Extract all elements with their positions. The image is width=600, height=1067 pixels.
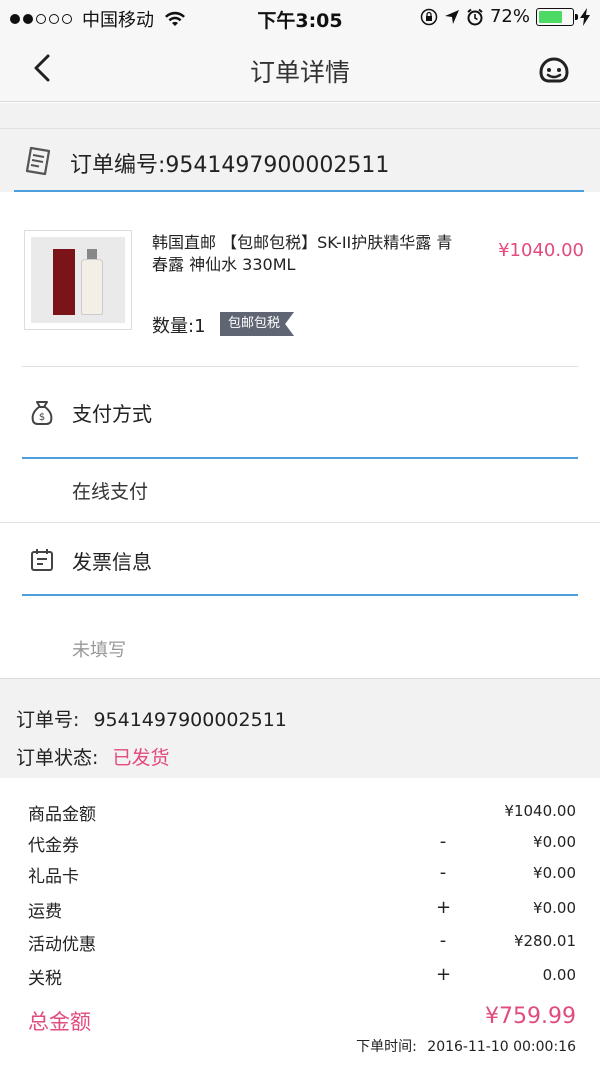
summary-sign: + (436, 897, 452, 918)
order-number-caption: 订单号: (16, 709, 80, 731)
summary-label: 活动优惠 (28, 935, 96, 955)
order-time: 下单时间: 2016-11-10 00:00:16 (356, 1036, 576, 1056)
receipt-icon (25, 146, 51, 176)
invoice-value: 未填写 (72, 640, 126, 661)
payment-underline (22, 457, 578, 459)
svg-text:$: $ (39, 412, 45, 423)
spacer (0, 103, 600, 128)
summary-row: 运费 + ¥0.00 (0, 897, 600, 925)
status-right: 72% (420, 6, 590, 27)
payment-method-title: 支付方式 (72, 402, 152, 426)
shipping-tax-badge: 包邮包税 (220, 312, 295, 336)
summary-row: 代金券 - ¥0.00 (0, 831, 600, 859)
divider (22, 366, 578, 367)
summary-value: 0.00 (542, 966, 576, 984)
page-title: 订单详情 (249, 58, 350, 87)
order-number-label: 订单编号:9541497900002511 (70, 153, 390, 178)
navigation-bar: 订单详情 (0, 34, 600, 102)
product-name: 韩国直邮 【包邮包税】SK-II护肤精华露 青春露 神仙水 330ML (152, 233, 453, 274)
product-image[interactable] (24, 230, 132, 330)
location-arrow-icon (444, 9, 459, 24)
summary-value: ¥0.00 (533, 899, 576, 917)
payment-method-value: 在线支付 (72, 481, 149, 503)
order-time-label: 下单时间: (356, 1039, 417, 1055)
total-amount-label: 总金额 (28, 1010, 91, 1034)
invoice-underline (22, 594, 578, 596)
invoice-calendar-icon (31, 549, 53, 571)
summary-label: 代金券 (28, 836, 79, 856)
product-item[interactable]: 韩国直邮 【包邮包税】SK-II护肤精华露 青春露 神仙水 330ML ¥104… (0, 194, 600, 366)
order-time-value: 2016-11-10 00:00:16 (427, 1039, 576, 1055)
battery-level (539, 10, 563, 23)
summary-row: 活动优惠 - ¥280.01 (0, 930, 600, 958)
order-info-panel: 订单号: 9541497900002511 订单状态: 已发货 (0, 678, 600, 778)
status-bar: 中国移动 下午3:05 72% (0, 0, 600, 34)
summary-sign: - (439, 862, 447, 883)
order-status-value: 已发货 (112, 747, 170, 769)
summary-label: 商品金额 (28, 805, 96, 825)
invoice-section: 发票信息 (0, 524, 600, 596)
battery-percent: 72% (489, 6, 530, 27)
product-price: ¥1040.00 (498, 240, 584, 261)
summary-label: 运费 (28, 902, 62, 922)
order-status-caption: 订单状态: (16, 747, 99, 769)
total-amount-value: ¥759.99 (485, 1004, 576, 1029)
summary-label: 关税 (28, 969, 62, 989)
order-status-row: 订单状态: 已发货 (16, 743, 169, 770)
alarm-icon (467, 8, 483, 25)
rotation-lock-icon (420, 8, 438, 25)
invoice-title: 发票信息 (72, 550, 152, 574)
summary-value: ¥0.00 (533, 833, 576, 851)
charging-bolt-icon (580, 7, 590, 26)
summary-label: 礼品卡 (28, 867, 79, 887)
summary-value: ¥280.01 (513, 932, 576, 950)
summary-row: 关税 + 0.00 (0, 964, 600, 992)
customer-service-icon[interactable] (534, 48, 574, 88)
order-number-value: 9541497900002511 (93, 709, 287, 731)
divider (0, 522, 600, 523)
order-number-header: 订单编号:9541497900002511 (0, 128, 600, 192)
summary-value: ¥0.00 (533, 864, 576, 882)
price-summary: 商品金额 ¥1040.00 代金券 - ¥0.00 礼品卡 - ¥0.00 运费… (0, 778, 600, 1067)
money-bag-icon: $ (31, 401, 53, 425)
summary-value: ¥1040.00 (504, 802, 576, 820)
payment-method-section: $ 支付方式 (0, 376, 600, 448)
summary-sign: - (439, 930, 447, 951)
summary-row: 商品金额 ¥1040.00 (0, 800, 600, 828)
header-underline (14, 190, 584, 192)
order-number-row: 订单号: 9541497900002511 (16, 705, 287, 732)
battery-icon (536, 7, 578, 26)
summary-sign: - (439, 831, 447, 852)
summary-row: 礼品卡 - ¥0.00 (0, 862, 600, 890)
summary-sign: + (436, 964, 452, 985)
product-quantity: 数量:1 (152, 316, 206, 337)
